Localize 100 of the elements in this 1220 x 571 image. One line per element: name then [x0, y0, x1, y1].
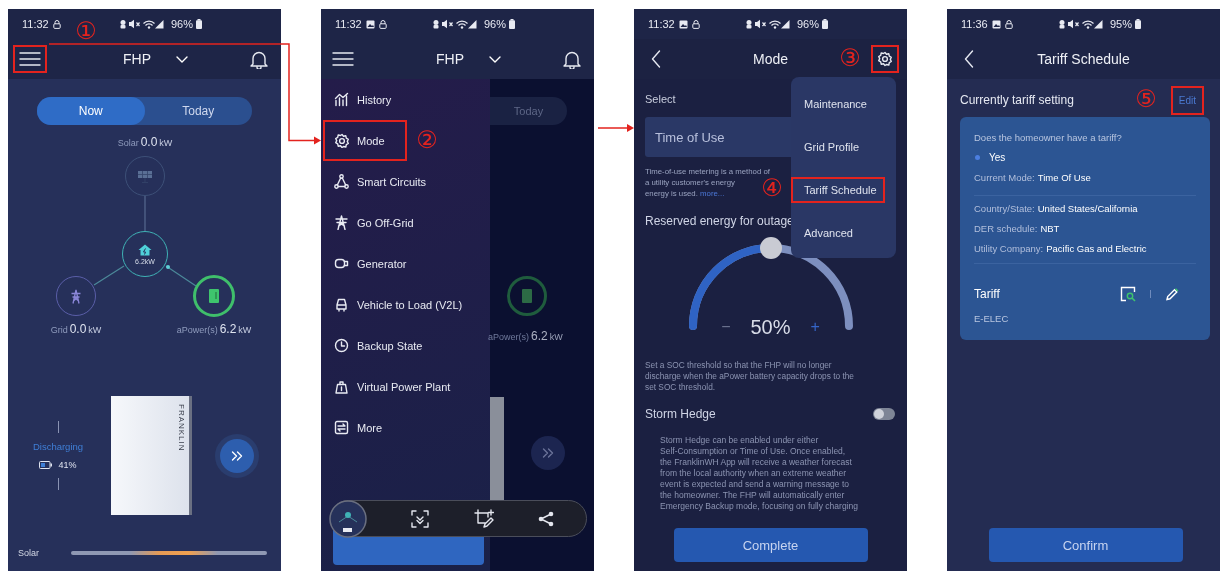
status-time: 11:32 — [22, 18, 49, 30]
field-value: Time Of Use — [1037, 171, 1091, 183]
flow-dot — [166, 265, 170, 269]
tower-icon — [334, 215, 349, 230]
car-icon — [334, 297, 349, 312]
field-label: Utility Company: — [974, 242, 1044, 254]
connector-line — [93, 265, 125, 286]
flow-label: aPower(s) — [488, 332, 529, 342]
network-icon — [334, 174, 349, 189]
status-time: 11:32 — [648, 18, 675, 30]
timer-icon — [334, 379, 349, 394]
menu-button[interactable] — [13, 45, 47, 73]
flow-label: Solar — [117, 138, 139, 148]
tower-icon — [70, 288, 82, 304]
menu-item[interactable]: Backup State — [323, 325, 433, 366]
chevron-down-icon[interactable] — [489, 55, 501, 63]
back-icon — [964, 50, 974, 68]
menu-item[interactable]: Tariff Schedule — [791, 176, 885, 203]
menu-item[interactable]: Smart Circuits — [323, 161, 437, 202]
complete-button[interactable]: Complete — [673, 528, 868, 562]
flow-value: 0.0 — [69, 322, 87, 336]
battery-cabinet-icon — [209, 289, 219, 303]
menu-item[interactable]: Maintenance — [791, 90, 875, 117]
image-icon — [365, 19, 375, 29]
brand-label: FRANKLIN — [177, 404, 186, 452]
bell-icon — [563, 49, 581, 69]
lock-icon — [378, 19, 387, 29]
status-time: 11:32 — [335, 18, 362, 30]
battery-icon — [1135, 19, 1142, 29]
image-icon — [678, 19, 688, 29]
edit-icon[interactable] — [473, 508, 494, 529]
chevron-down-icon[interactable] — [176, 55, 188, 63]
status-time: 11:36 — [961, 18, 988, 30]
step-marker: ① — [74, 16, 98, 46]
tab[interactable]: Now — [37, 97, 145, 125]
battery-percent: 96% — [484, 18, 507, 30]
menu-item[interactable]: Mode — [323, 120, 407, 161]
double-chevron-icon — [542, 448, 554, 458]
toggle-switch[interactable] — [873, 408, 895, 420]
flow-unit: kW — [238, 325, 252, 335]
field-value: NBT — [1040, 222, 1060, 234]
menu-item[interactable]: Generator — [323, 243, 417, 284]
bell-icon — [250, 49, 268, 69]
status-icons-drawing — [1058, 19, 1104, 29]
menu-icon — [19, 51, 41, 67]
menu-item[interactable]: Grid Profile — [791, 133, 868, 160]
confirm-button[interactable]: Confirm — [988, 528, 1183, 562]
tariff-title: Tariff — [974, 287, 1001, 301]
step-marker: ② — [415, 125, 439, 155]
menu-item[interactable]: Vehicle to Load (V2L) — [323, 284, 473, 325]
step-marker: ④ — [760, 174, 784, 203]
image-icon — [991, 19, 1001, 29]
status-icons-drawing — [432, 19, 478, 29]
arrow — [597, 124, 634, 132]
flow-value: 0.0 — [140, 135, 158, 149]
battery-icon — [822, 19, 829, 29]
menu-icon — [332, 51, 354, 67]
setting-label: Storm Hedge — [645, 407, 716, 421]
clock-icon — [334, 338, 349, 353]
share-icon[interactable] — [538, 510, 554, 527]
status-icons-drawing — [119, 19, 165, 29]
battery-percent: 96% — [797, 18, 820, 30]
menu-item[interactable]: Go Off-Grid — [323, 202, 424, 243]
question-text: Does the homeowner have a tariff? — [974, 131, 1123, 145]
back-icon — [651, 50, 661, 68]
connector-line — [144, 195, 146, 232]
generator-icon — [334, 256, 349, 271]
hint-text: Set a SOC threshold so that the FHP will no longer discharge when the aPower battery capacity drops to the set SOC threshold. — [645, 360, 855, 393]
battery-icon — [196, 19, 203, 29]
field-label: Current Mode: — [974, 171, 1035, 183]
radio-dot — [975, 154, 980, 160]
screen-title: Mode — [753, 51, 788, 67]
flow-unit: kW — [159, 138, 173, 148]
settings-button[interactable] — [871, 45, 899, 73]
bar-label: Solar — [18, 548, 40, 558]
view-icon[interactable] — [1120, 286, 1136, 302]
field-value: Pacific Gas and Electric — [1046, 242, 1147, 254]
thumbnail[interactable] — [329, 499, 367, 538]
screen-title: Tariff Schedule — [1037, 51, 1130, 67]
field-label: Country/State: — [974, 202, 1035, 214]
battery-cabinet-icon — [522, 289, 532, 303]
scan-icon[interactable] — [411, 509, 430, 528]
menu-item[interactable]: Virtual Power Plant — [323, 366, 461, 407]
description-text: Storm Hedge can be enabled under either Self-Consumption or Time of Use. Once enabled, the FranklinWH App will receive a weather forecast from the local authority when an extreme weather event is expected and send a warning message to the homeowner. The FHP will automatically enter Emergency Backup mode, focusing on fully charging — [659, 435, 859, 512]
battery-icon — [509, 19, 516, 29]
lock-icon — [52, 19, 61, 29]
pencil-icon[interactable] — [1165, 287, 1179, 301]
lock-icon — [691, 19, 700, 29]
flow-label: Grid — [50, 325, 68, 335]
section-title: Currently tariff setting — [960, 93, 1074, 107]
flow-value: 6.2 — [531, 329, 548, 343]
settings-icon — [334, 133, 349, 148]
tariff-value: E-ELEC — [974, 312, 1010, 326]
tab[interactable]: Today — [144, 97, 252, 125]
menu-item[interactable]: More — [323, 407, 393, 448]
menu-item[interactable]: Advanced — [791, 219, 861, 246]
chart-icon — [334, 92, 349, 107]
solar-panel-icon — [137, 169, 153, 183]
menu-item[interactable]: History — [323, 79, 402, 120]
step-marker: ⑤ — [1134, 84, 1158, 114]
